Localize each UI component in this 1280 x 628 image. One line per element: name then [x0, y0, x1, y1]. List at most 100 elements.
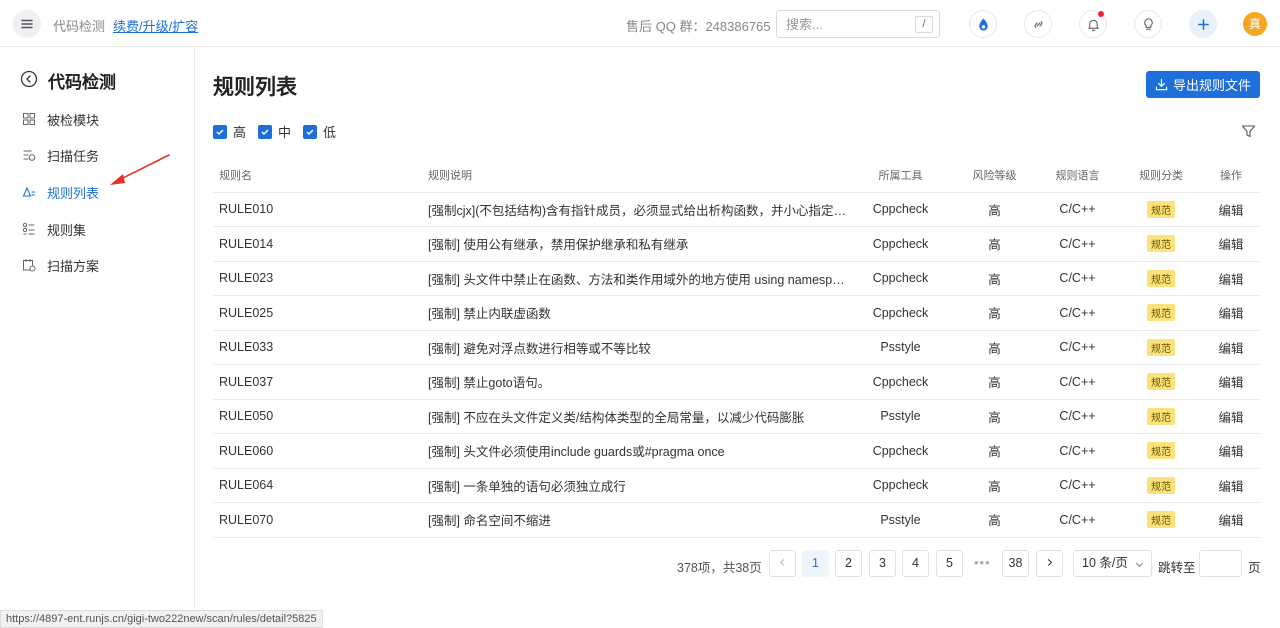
sidebar-item-scan-schemes[interactable]: 扫描方案: [0, 250, 194, 280]
rule-level-cell: 高: [954, 295, 1035, 331]
table-row[interactable]: RULE025 [强制] 禁止内联虚函数 Cppcheck 高 C/C++ 规范 编辑: [213, 295, 1260, 331]
table-row[interactable]: RULE014 [强制] 使用公有继承，禁用保护继承和私有继承 Cppcheck 高 C…: [213, 226, 1260, 262]
lightbulb-icon: [1143, 17, 1153, 30]
sidebar-item-modules[interactable]: 被检模块: [0, 104, 194, 134]
search-box[interactable]: /: [776, 10, 940, 38]
category-tag: 规范: [1147, 304, 1175, 322]
filter-high-checkbox[interactable]: 高: [213, 122, 246, 141]
rule-desc-cell: [强制] 禁止goto语句。: [422, 364, 847, 400]
qq-group-text: 售后 QQ 群：248386765: [626, 19, 771, 34]
column-header[interactable]: 规则说明: [422, 158, 847, 193]
menu-button[interactable]: [13, 10, 41, 38]
checkbox-checked[interactable]: [258, 124, 273, 139]
edit-link[interactable]: 编辑: [1202, 330, 1260, 365]
page-button-1[interactable]: 1: [802, 550, 829, 577]
rule-level-cell: 高: [954, 330, 1035, 365]
rule-level-cell: 高: [954, 433, 1035, 469]
rule-tool-cell: Cppcheck: [847, 192, 954, 227]
rule-level-cell: 高: [954, 226, 1035, 262]
rule-category-cell: 规范: [1120, 364, 1202, 400]
sidebar-item-rulesets[interactable]: 规则集: [0, 214, 194, 244]
table-row[interactable]: RULE060 [强制] 头文件必须使用include guards或#pragm…: [213, 433, 1260, 469]
back-icon[interactable]: [20, 70, 38, 88]
jump-page-input[interactable]: [1199, 550, 1242, 577]
column-header[interactable]: 风险等级: [954, 158, 1035, 193]
rule-name-cell: RULE033: [213, 330, 422, 365]
prev-page-button[interactable]: [769, 550, 796, 577]
filter-medium-checkbox[interactable]: 中: [258, 122, 291, 141]
edit-link[interactable]: 编辑: [1202, 261, 1260, 296]
create-button[interactable]: [1189, 10, 1217, 38]
category-tag: 规范: [1147, 373, 1175, 391]
checkbox-checked[interactable]: [303, 124, 318, 139]
column-header[interactable]: 规则名: [213, 158, 422, 193]
page-button-4[interactable]: 4: [902, 550, 929, 577]
rule-level-cell: 高: [954, 364, 1035, 400]
page-title: 规则列表: [213, 76, 297, 99]
edit-link[interactable]: 编辑: [1202, 192, 1260, 227]
table-header-row: 规则名 规则说明 所属工具 风险等级 规则语言 规则分类 操作: [213, 158, 1260, 193]
drop-logo-button[interactable]: [969, 10, 997, 38]
filter-icon[interactable]: [1241, 124, 1256, 139]
task-icon: [23, 150, 36, 161]
table-row[interactable]: RULE070 [强制] 命名空间不缩进 Psstyle 高 C/C++ 规范 编辑: [213, 502, 1260, 538]
jump-label: 跳转至: [1158, 561, 1196, 575]
edit-link[interactable]: 编辑: [1202, 468, 1260, 503]
export-rules-button[interactable]: 导出规则文件: [1146, 71, 1260, 98]
edit-link[interactable]: 编辑: [1202, 295, 1260, 331]
pagination-ellipsis[interactable]: •••: [974, 555, 991, 570]
column-header[interactable]: 规则语言: [1035, 158, 1120, 193]
edit-link[interactable]: 编辑: [1202, 502, 1260, 538]
filter-low-checkbox[interactable]: 低: [303, 122, 336, 141]
rule-desc-cell: [强制] 头文件必须使用include guards或#pragma once: [422, 433, 847, 469]
rule-tool-cell: Cppcheck: [847, 364, 954, 400]
edit-link[interactable]: 编辑: [1202, 364, 1260, 400]
table-row[interactable]: RULE050 [强制] 不应在头文件定义类/结构体类型的全局常量，以减少代码膨胀…: [213, 399, 1260, 434]
page-button-last[interactable]: 38: [1002, 550, 1029, 577]
table-row[interactable]: RULE033 [强制] 避免对浮点数进行相等或不等比较 Psstyle 高 C/C++…: [213, 330, 1260, 365]
search-input[interactable]: [786, 11, 906, 37]
page-button-5[interactable]: 5: [936, 550, 963, 577]
edit-link[interactable]: 编辑: [1202, 399, 1260, 434]
tips-button[interactable]: [1134, 10, 1162, 38]
chevron-right-icon: [1047, 558, 1053, 567]
table-row[interactable]: RULE023 [强制] 头文件中禁止在函数、方法和类作用域外的地方使用 usin…: [213, 261, 1260, 296]
rule-level-cell: 高: [954, 399, 1035, 434]
rule-name-cell: RULE064: [213, 468, 422, 503]
chevron-left-icon: [779, 558, 785, 567]
rule-lang-cell: C/C++: [1035, 330, 1120, 365]
table-row[interactable]: RULE037 [强制] 禁止goto语句。 Cppcheck 高 C/C++ 规范 编辑: [213, 364, 1260, 400]
checkbox-checked[interactable]: [213, 124, 227, 139]
category-tag: 规范: [1147, 476, 1175, 494]
edit-link[interactable]: 编辑: [1202, 226, 1260, 262]
rule-name-cell: RULE037: [213, 364, 422, 400]
page-size-select[interactable]: 10 条/页: [1073, 550, 1152, 577]
edit-link[interactable]: 编辑: [1202, 433, 1260, 469]
drop-logo-icon: [978, 17, 988, 31]
rule-lang-cell: C/C++: [1035, 364, 1120, 400]
renew-upgrade-link[interactable]: 续费/升级/扩容: [113, 16, 198, 35]
table-row[interactable]: RULE010 [强制cjx](不包括结构)含有指针成员，必须显式给出析构函数，并…: [213, 192, 1260, 227]
next-page-button[interactable]: [1036, 550, 1063, 577]
rule-name-cell: RULE025: [213, 295, 422, 331]
category-tag: 规范: [1147, 269, 1175, 287]
page-button-3[interactable]: 3: [869, 550, 896, 577]
link-button[interactable]: [1024, 10, 1052, 38]
page-button-2[interactable]: 2: [835, 550, 862, 577]
rule-lang-cell: C/C++: [1035, 295, 1120, 331]
rule-lang-cell: C/C++: [1035, 261, 1120, 296]
rule-desc-cell: [强制] 不应在头文件定义类/结构体类型的全局常量，以减少代码膨胀: [422, 399, 847, 434]
rule-category-cell: 规范: [1120, 226, 1202, 262]
table-row[interactable]: RULE064 [强制] 一条单独的语句必须独立成行 Cppcheck 高 C/C++ 规…: [213, 468, 1260, 503]
rule-category-cell: 规范: [1120, 433, 1202, 469]
check-icon: [306, 128, 314, 135]
notification-button[interactable]: [1079, 10, 1107, 38]
rule-name-cell: RULE010: [213, 192, 422, 227]
user-avatar[interactable]: 真: [1243, 12, 1267, 36]
rule-level-cell: 高: [954, 261, 1035, 296]
column-header[interactable]: 规则分类: [1120, 158, 1202, 193]
rule-category-cell: 规范: [1120, 192, 1202, 227]
column-header[interactable]: 所属工具: [847, 158, 954, 193]
rule-category-cell: 规范: [1120, 261, 1202, 296]
rule-desc-cell: [强制] 禁止内联虚函数: [422, 295, 847, 331]
